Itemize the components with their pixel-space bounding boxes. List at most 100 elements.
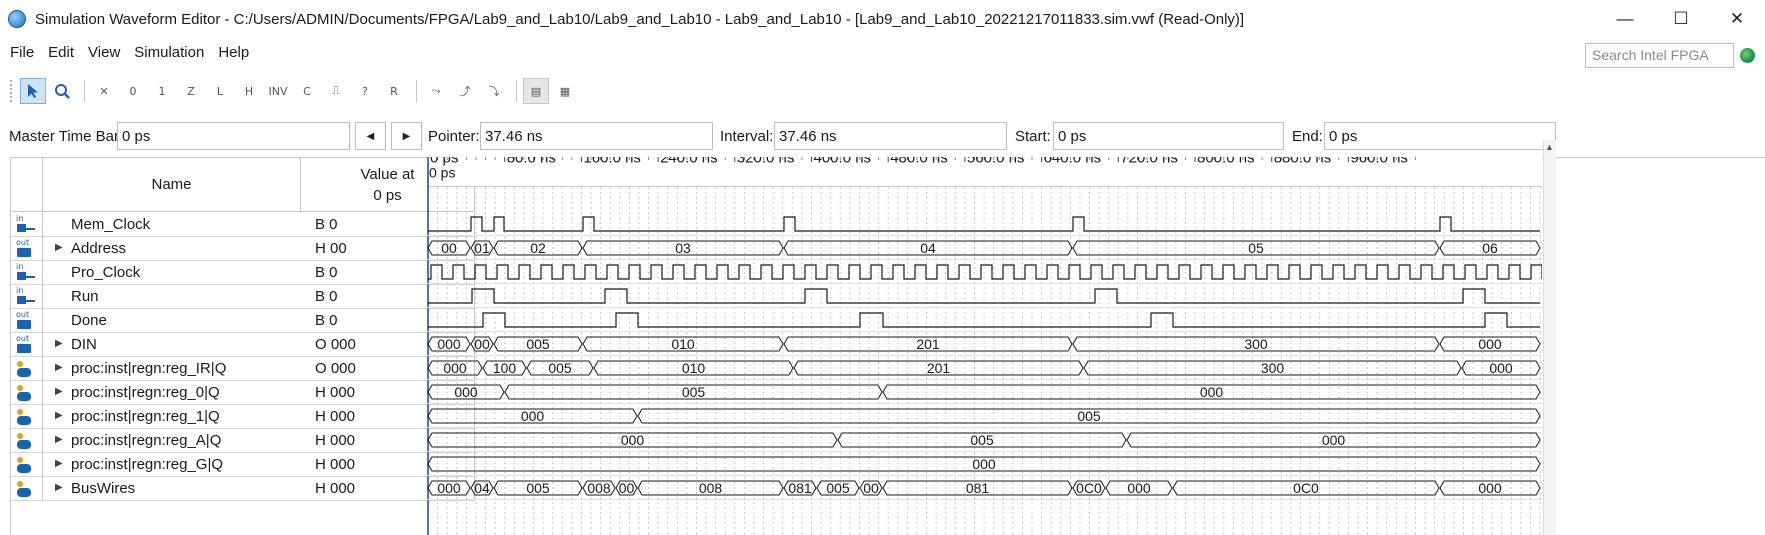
name-column-header[interactable]: Name <box>43 158 301 212</box>
bus-value-label: 005 <box>548 360 572 376</box>
signal-type-cell: out <box>11 333 43 357</box>
signal-type-cell <box>11 453 43 477</box>
signal-name: proc:inst|regn:reg_G|Q <box>71 456 224 473</box>
signal-row[interactable]: ▶ proc:inst|regn:reg_0|Q H 000 <box>11 381 475 405</box>
signal-row[interactable]: ▶ proc:inst|regn:reg_G|Q H 000 <box>11 453 475 477</box>
bus-value-label: 000 <box>1127 480 1151 496</box>
force-weak-low-icon[interactable]: L <box>207 78 233 104</box>
clock-icon[interactable]: ⎍ <box>323 78 349 104</box>
bus-value-label: 081 <box>966 480 990 496</box>
signal-name: Pro_Clock <box>71 264 141 281</box>
waveform-area[interactable]: 0 ps 80.0 ns 160.0 ns 240.0 ns 320.0 ns 400.0… <box>427 149 1543 535</box>
expand-bus-icon[interactable]: ▶ <box>55 482 63 493</box>
bus-value-label: 000 <box>521 408 545 424</box>
globe-icon[interactable] <box>1740 48 1755 63</box>
toolbar: ✕ 0 1 Z L H INV C ⎍ ? R ⤳ ⤴ ⤵ ▤ ▦ <box>0 74 1765 108</box>
name-header-label: Name <box>151 176 192 193</box>
invert-icon[interactable]: INV <box>265 78 291 104</box>
output-pin-icon: out <box>15 310 37 331</box>
signal-row[interactable]: in Mem_Clock B 0 <box>11 213 475 237</box>
bus-value-label: 005 <box>526 336 550 352</box>
expand-bus-icon[interactable]: ▶ <box>55 362 63 373</box>
signal-row[interactable]: ▶ proc:inst|regn:reg_IR|Q O 000 <box>11 357 475 381</box>
signal-type-cell <box>11 429 43 453</box>
time-tick-label: 80.0 ns <box>507 157 556 166</box>
expand-bus-icon[interactable]: ▶ <box>55 242 63 253</box>
menu-help[interactable]: Help <box>218 44 249 61</box>
signal-type-cell <box>11 405 43 429</box>
start-field[interactable]: 0 ps <box>1053 122 1284 150</box>
bus-value-label: 05 <box>1248 240 1264 256</box>
close-button[interactable]: ✕ <box>1709 0 1765 38</box>
expand-bus-icon[interactable]: ▶ <box>55 434 63 445</box>
register-node-icon <box>15 457 37 475</box>
menu-file[interactable]: File <box>10 44 34 61</box>
expand-bus-icon[interactable]: ▶ <box>55 338 63 349</box>
menu-edit[interactable]: Edit <box>48 44 74 61</box>
master-time-bar-field[interactable]: 0 ps <box>117 122 350 150</box>
maximize-button[interactable]: ☐ <box>1653 0 1709 38</box>
register-node-icon <box>15 361 37 379</box>
select-tool-icon[interactable] <box>20 78 46 104</box>
signal-row[interactable]: out ▶ Address H 00 <box>11 237 475 261</box>
zoom-tool-icon[interactable] <box>49 78 75 104</box>
minimize-button[interactable]: — <box>1597 0 1653 38</box>
cursor-time-label: 0 ps <box>429 164 455 180</box>
signal-row[interactable]: out Done B 0 <box>11 309 475 333</box>
bus-value-label: 000 <box>1478 480 1502 496</box>
bus-value-label: 000 <box>1322 432 1346 448</box>
input-pin-icon: in <box>15 214 37 235</box>
group-view-icon[interactable]: ▦ <box>552 78 578 104</box>
signal-name: Run <box>71 288 99 305</box>
signal-type-cell <box>11 477 43 501</box>
expand-bus-icon[interactable]: ▶ <box>55 458 63 469</box>
bus-value-label: 000 <box>443 360 467 376</box>
bus-value-label: 00 <box>441 240 457 256</box>
force-unknown-icon[interactable]: ✕ <box>91 78 117 104</box>
force-low-icon[interactable]: 0 <box>120 78 146 104</box>
menu-simulation[interactable]: Simulation <box>134 44 204 61</box>
signal-row[interactable]: ▶ proc:inst|regn:reg_1|Q H 000 <box>11 405 475 429</box>
pointer-field[interactable]: 37.46 ns <box>480 122 713 150</box>
scroll-up-icon[interactable]: ▲ <box>1545 142 1554 152</box>
menu-view[interactable]: View <box>88 44 120 61</box>
bus-value-label: 000 <box>1200 384 1224 400</box>
bus-value-label: 02 <box>530 240 546 256</box>
expand-bus-icon[interactable]: ▶ <box>55 410 63 421</box>
bus-value-label: 000 <box>1478 336 1502 352</box>
signal-row[interactable]: ▶ BusWires H 000 <box>11 477 475 501</box>
signal-row[interactable]: in Run B 0 <box>11 285 475 309</box>
previous-transition-button[interactable]: ◀ <box>355 122 386 150</box>
force-weak-high-icon[interactable]: H <box>236 78 262 104</box>
arbitrary-value-icon[interactable]: ? <box>352 78 378 104</box>
signal-type-cell: in <box>11 213 43 237</box>
force-high-impedance-icon[interactable]: Z <box>178 78 204 104</box>
expand-bus-icon[interactable]: ▶ <box>55 386 63 397</box>
vertical-scrollbar[interactable] <box>1543 140 1556 535</box>
bus-value-label: 06 <box>1482 240 1498 256</box>
app-icon <box>8 10 26 28</box>
search-input[interactable]: Search Intel FPGA <box>1585 43 1734 68</box>
timing-view-icon[interactable]: ▤ <box>523 78 549 104</box>
toolbar-grip-icon <box>10 80 14 102</box>
collapse-bus-icon[interactable]: ⤵ <box>481 78 507 104</box>
bus-value-label: 005 <box>970 432 994 448</box>
signal-name: Done <box>71 312 107 329</box>
end-field[interactable]: 0 ps <box>1324 122 1556 150</box>
interval-field[interactable]: 37.46 ns <box>774 122 1007 150</box>
start-label: Start: <box>1015 128 1051 145</box>
next-transition-button[interactable]: ▶ <box>391 122 422 150</box>
random-value-icon[interactable]: R <box>381 78 407 104</box>
signal-type-cell <box>11 357 43 381</box>
bus-value-label: 300 <box>1244 336 1268 352</box>
snap-to-grid-icon[interactable]: ⤳ <box>423 78 449 104</box>
signal-row[interactable]: in Pro_Clock B 0 <box>11 261 475 285</box>
signal-row[interactable]: ▶ proc:inst|regn:reg_A|Q H 000 <box>11 429 475 453</box>
window-controls: — ☐ ✕ <box>1597 0 1765 38</box>
signal-row[interactable]: out ▶ DIN O 000 <box>11 333 475 357</box>
expand-bus-icon[interactable]: ⤴ <box>452 78 478 104</box>
bus-value-label: 008 <box>587 480 611 496</box>
count-value-icon[interactable]: C <box>294 78 320 104</box>
waveform-canvas[interactable]: 0 ps 80.0 ns 160.0 ns 240.0 ns 320.0 ns 400.0… <box>427 149 1543 535</box>
force-high-icon[interactable]: 1 <box>149 78 175 104</box>
